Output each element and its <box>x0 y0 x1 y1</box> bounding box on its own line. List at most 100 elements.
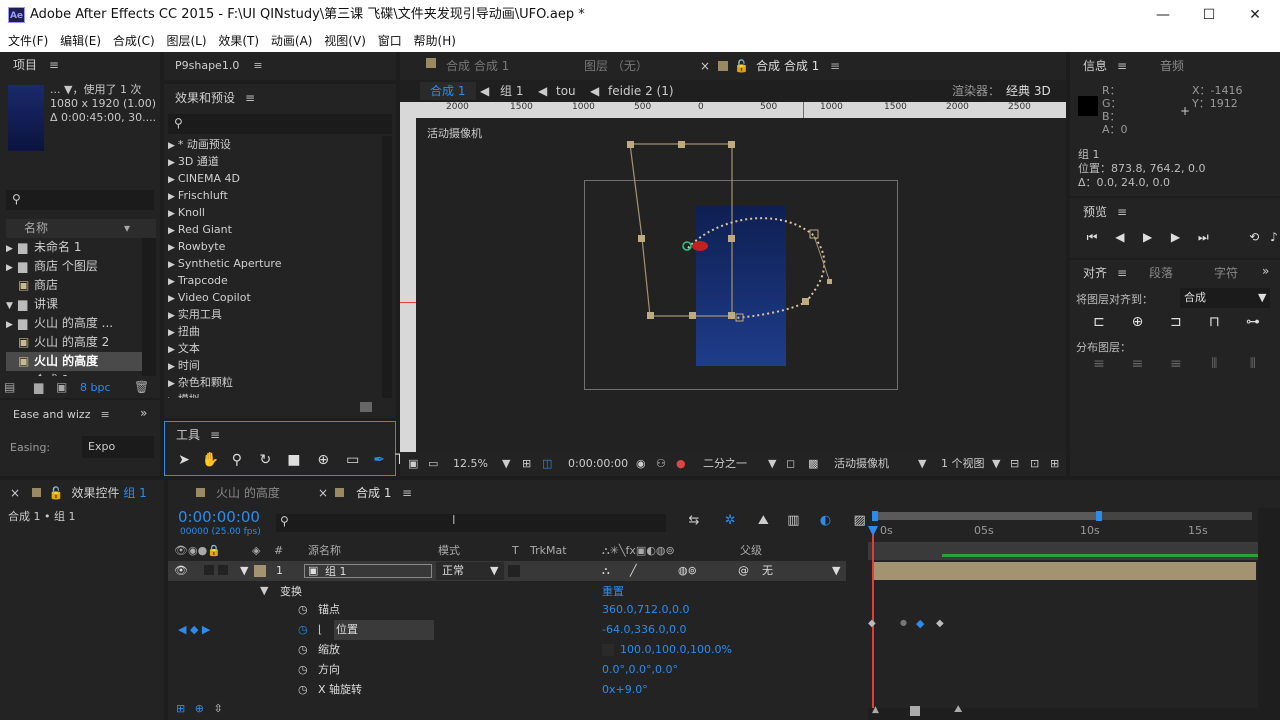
stopwatch-icon[interactable]: ◷ <box>298 600 308 620</box>
p9shape-tab[interactable]: P9shape1.0 ≡ <box>175 53 263 79</box>
project-tab[interactable]: 项目 ≡ <box>13 52 59 78</box>
align-left-icon[interactable]: ⊏ <box>1082 314 1116 330</box>
layer-name[interactable]: 组 1 <box>304 564 432 578</box>
effect-category[interactable]: ▶ Frischluft <box>168 187 380 204</box>
effect-category[interactable]: ▶ Video Copilot <box>168 289 380 306</box>
menu-animation[interactable]: 动画(A) <box>263 30 313 52</box>
tools-tab[interactable]: 工具 ≡ <box>176 422 220 448</box>
new-comp-icon[interactable]: ▣ <box>56 380 67 394</box>
sort-icon[interactable]: ▾ <box>124 219 130 238</box>
effects-scrollbar[interactable] <box>382 136 392 398</box>
work-area-start-handle[interactable] <box>872 511 878 521</box>
frame-blending-icon[interactable]: ▥ <box>780 513 806 528</box>
motion-blur-switch-icon[interactable]: ◍⊚ <box>678 561 697 581</box>
effect-category[interactable]: ▶ 杂色和颗粒 <box>168 374 380 391</box>
effect-category[interactable]: ▶ 实用工具 <box>168 306 380 323</box>
close-icon[interactable]: × <box>10 486 20 500</box>
preview-tab[interactable]: 预览 ≡ <box>1083 199 1127 225</box>
play-icon[interactable]: ▶ <box>1136 230 1160 244</box>
interpret-footage-icon[interactable]: ▤ <box>4 380 15 394</box>
viewer-menu-icon[interactable]: ≡ <box>830 52 840 80</box>
keyframe-icon[interactable]: ◆ <box>868 618 876 629</box>
fast-previews-icon[interactable]: ⊡ <box>1030 452 1039 476</box>
audio-icon[interactable]: ♪ <box>1263 230 1280 244</box>
keyframe-icon[interactable]: ◆ <box>916 617 924 630</box>
zoom-level[interactable]: 12.5% <box>453 452 488 476</box>
work-area-range[interactable] <box>872 512 1098 520</box>
hand-tool-icon[interactable]: ✋ <box>199 452 221 468</box>
menu-composition[interactable]: 合成(C) <box>105 30 155 52</box>
project-item[interactable]: ▶ ▆ 商店 个图层 <box>6 257 142 276</box>
work-area-end-handle[interactable] <box>1096 511 1102 521</box>
effect-category[interactable]: ▶ Synthetic Aperture <box>168 255 380 272</box>
expand-icon[interactable]: ▶ <box>168 345 175 355</box>
close-button[interactable]: ✕ <box>1232 0 1278 30</box>
paragraph-tab[interactable]: 段落 <box>1149 260 1173 286</box>
transform-property-row[interactable]: ◷ 方向 0.0°,0.0°,0.0° <box>168 660 846 680</box>
zoom-in-icon[interactable]: ⛰ <box>954 704 962 715</box>
distribute-left-icon[interactable]: ⫴ <box>1197 356 1231 372</box>
new-preset-icon[interactable] <box>360 402 372 412</box>
property-value[interactable]: -64.0,336.0,0.0 <box>602 620 686 640</box>
transparency-grid-icon[interactable]: ▩ <box>808 452 818 476</box>
timeline-scrollbar[interactable] <box>1258 508 1280 720</box>
render-time-icon[interactable]: ⊞ <box>176 702 185 715</box>
menu-window[interactable]: 窗口 <box>370 30 402 52</box>
expand-icon[interactable]: ▶ <box>168 277 175 287</box>
stopwatch-icon[interactable]: ◷ <box>298 680 308 700</box>
chevron-down-icon[interactable]: ▼ <box>832 561 840 581</box>
trkmat-column[interactable]: TrkMat <box>530 542 567 560</box>
rotate-tool-icon[interactable]: ↻ <box>252 452 278 468</box>
expand-icon[interactable]: ▶ <box>168 328 175 338</box>
menu-help[interactable]: 帮助(H) <box>406 30 456 52</box>
timeline-search-input[interactable]: ⚲ <box>276 514 666 532</box>
keyframe-icon[interactable]: ● <box>900 618 907 627</box>
eye-icon[interactable]: 👁 <box>174 561 188 581</box>
expand-triangle-icon[interactable]: ▼ <box>240 561 248 581</box>
expand-icon[interactable]: ▶ <box>168 243 175 253</box>
show-snapshot-icon[interactable]: ⚇ <box>656 452 666 476</box>
effect-controls-tab[interactable]: × 🔓 效果控件 组 1 <box>0 480 164 506</box>
info-tab[interactable]: 信息 ≡ <box>1083 53 1127 79</box>
effect-category[interactable]: ▶ CINEMA 4D <box>168 170 380 187</box>
chevron-down-icon[interactable]: ▼ <box>992 452 1000 476</box>
lock-icon[interactable]: 🔓 <box>49 486 64 500</box>
previous-frame-icon[interactable]: ◀ <box>1108 230 1132 244</box>
expand-icon[interactable]: » <box>1262 264 1269 278</box>
effect-category[interactable]: ▶ 3D 通道 <box>168 153 380 170</box>
effect-category[interactable]: ▶ Rowbyte <box>168 238 380 255</box>
expand-icon[interactable]: ▶ <box>168 141 175 151</box>
close-icon[interactable]: × <box>700 52 710 80</box>
chevron-down-icon[interactable]: ▼ <box>502 452 510 476</box>
effect-category[interactable]: ▶ 时间 <box>168 357 380 374</box>
effects-tab[interactable]: 效果和预设 ≡ <box>175 85 255 111</box>
draft-3d-icon[interactable]: ✲ <box>714 513 746 528</box>
align-right-icon[interactable]: ⊐ <box>1159 314 1193 330</box>
effect-category[interactable]: ▶ * 动画预设 <box>168 136 380 153</box>
breadcrumb-tou[interactable]: tou <box>556 80 576 102</box>
renderer-value[interactable]: 经典 3D <box>1006 80 1051 102</box>
lock-toggle-icon[interactable]: 🔓 <box>734 52 749 80</box>
audio-toggle-icon[interactable] <box>204 565 214 575</box>
timeline-graph[interactable]: 0s 05s 10s 15s ◆ ● ◆ ◆ ▲ ⛰ <box>868 508 1280 720</box>
keyframe-navigator[interactable]: ◀ ◆ ▶ <box>178 620 210 640</box>
effect-category[interactable]: ▶ 文本 <box>168 340 380 357</box>
distribute-hcenter-icon[interactable]: ⫴ <box>1236 356 1270 372</box>
comp-canvas[interactable]: 活动摄像机 <box>416 118 1066 452</box>
preserve-transparency-toggle[interactable] <box>508 565 520 577</box>
expand-icon[interactable]: ▶ <box>168 379 175 389</box>
align-hcenter-icon[interactable]: ⊕ <box>1120 314 1154 330</box>
minimize-button[interactable]: — <box>1140 0 1186 30</box>
shy-layers-icon[interactable]: ⛰ <box>750 513 776 528</box>
label-color-swatch[interactable] <box>254 565 266 577</box>
toggle-pixel-aspect-icon[interactable]: ⊟ <box>1010 452 1019 476</box>
region-of-interest-icon[interactable]: ◻ <box>786 452 795 476</box>
transform-property-row[interactable]: ◀ ◆ ▶ ◷ 位置 ⌊ -64.0,336.0,0.0 <box>168 620 846 640</box>
expand-icon[interactable]: ▶ <box>168 311 175 321</box>
camera-tool-icon[interactable]: ■ <box>283 452 305 468</box>
project-item[interactable]: ▶ ▆ 未命名 1 <box>6 238 142 257</box>
zoom-handle[interactable] <box>910 706 920 716</box>
expand-icon[interactable]: ▶ <box>168 396 175 398</box>
timeline-menu-icon[interactable]: ≡ <box>402 480 412 506</box>
trash-icon[interactable]: 🗑 <box>134 380 149 394</box>
